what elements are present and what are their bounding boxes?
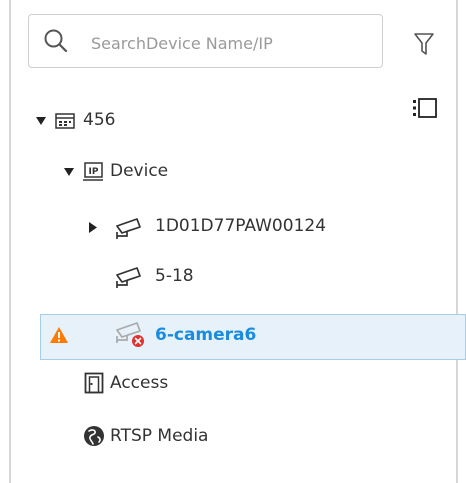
tree-node-rtsp-label: RTSP Media [110,426,209,446]
camera-icon [116,267,141,288]
collapse-arrow-icon[interactable] [89,222,97,233]
warning-icon [50,327,68,343]
tree-node-camera-label: 1D01D77PAW00124 [155,216,327,236]
device-tree-panel [9,0,458,483]
tree-node-camera-label: 5-18 [155,266,194,286]
camera-icon [116,218,141,239]
expand-arrow-icon[interactable] [64,168,74,176]
list-view-icon[interactable] [412,97,438,119]
server-icon [55,113,75,129]
ip-device-icon: IP [83,162,103,181]
tree-node-root-label: 456 [83,110,116,130]
search-box[interactable] [28,14,383,68]
tree-node-camera-selected-label: 6-camera6 [155,325,257,345]
camera-offline-icon [116,322,144,347]
search-icon [44,29,68,53]
tree-node-device-label: Device [110,161,169,181]
filter-icon[interactable] [413,32,435,56]
tree-node-access-label: Access [110,373,169,393]
door-icon [84,372,104,394]
globe-icon [84,426,104,446]
svg-text:IP: IP [89,167,99,177]
search-input[interactable] [89,25,378,61]
expand-arrow-icon[interactable] [36,117,46,125]
